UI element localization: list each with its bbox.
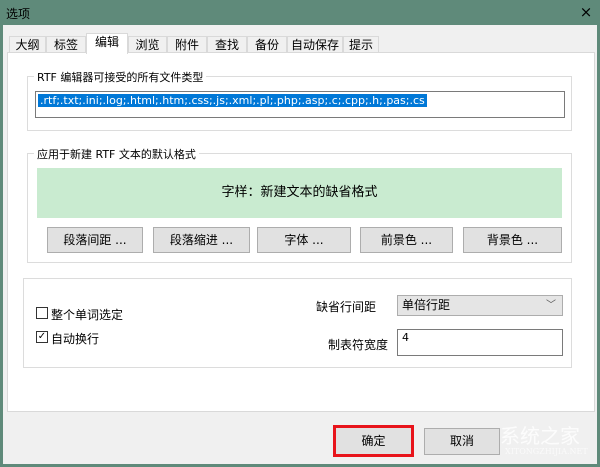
word-wrap-checkbox[interactable]: ✓ [36,331,48,343]
line-spacing-value: 单倍行距 [402,298,451,312]
file-types-input[interactable]: .rtf;.txt;.ini;.log;.html;.htm;.css;.js;… [35,91,565,118]
window-title: 选项 [6,7,31,21]
file-types-value: .rtf;.txt;.ini;.log;.html;.htm;.css;.js;… [38,94,427,107]
tab-tags[interactable]: 标签 [46,36,86,53]
tab-width-label: 制表符宽度 [328,338,389,352]
tab-edit[interactable]: 编辑 [86,33,128,54]
word-wrap-label: 自动换行 [51,332,100,346]
close-icon[interactable]: × [577,3,595,21]
tab-browse[interactable]: 浏览 [128,36,167,53]
tab-backup[interactable]: 备份 [247,36,287,53]
tab-width-input[interactable]: 4 [397,329,563,356]
format-sample: 字样：新建文本的缺省格式 [37,168,562,218]
foreground-color-button[interactable]: 前景色 ... [360,227,453,253]
watermark-logo: 系统之家 [500,424,580,448]
title-bar [0,0,600,25]
paragraph-spacing-button[interactable]: 段落间距 ... [47,227,143,253]
background-color-button[interactable]: 背景色 ... [463,227,562,253]
tab-outline[interactable]: 大纲 [9,36,46,53]
tab-autosave[interactable]: 自动保存 [287,36,343,53]
paragraph-indent-button[interactable]: 段落缩进 ... [153,227,250,253]
ok-button[interactable]: 确定 [333,425,414,457]
chevron-down-icon: ﹀ [546,300,556,311]
whole-word-label: 整个单词选定 [51,308,124,322]
tab-tips[interactable]: 提示 [343,36,379,53]
watermark-url: XITONGZHIJIA.NET [505,447,588,456]
whole-word-checkbox[interactable] [36,307,48,319]
font-button[interactable]: 字体 ... [257,227,351,253]
line-spacing-select[interactable]: 单倍行距 ﹀ [397,295,563,316]
file-types-label: RTF 编辑器可接受的所有文件类型 [34,69,207,85]
tab-find[interactable]: 查找 [207,36,247,53]
cancel-button[interactable]: 取消 [424,428,500,455]
line-spacing-label: 缺省行间距 [316,300,377,314]
default-format-label: 应用于新建 RTF 文本的默认格式 [34,146,199,162]
tab-attachments[interactable]: 附件 [167,36,207,53]
